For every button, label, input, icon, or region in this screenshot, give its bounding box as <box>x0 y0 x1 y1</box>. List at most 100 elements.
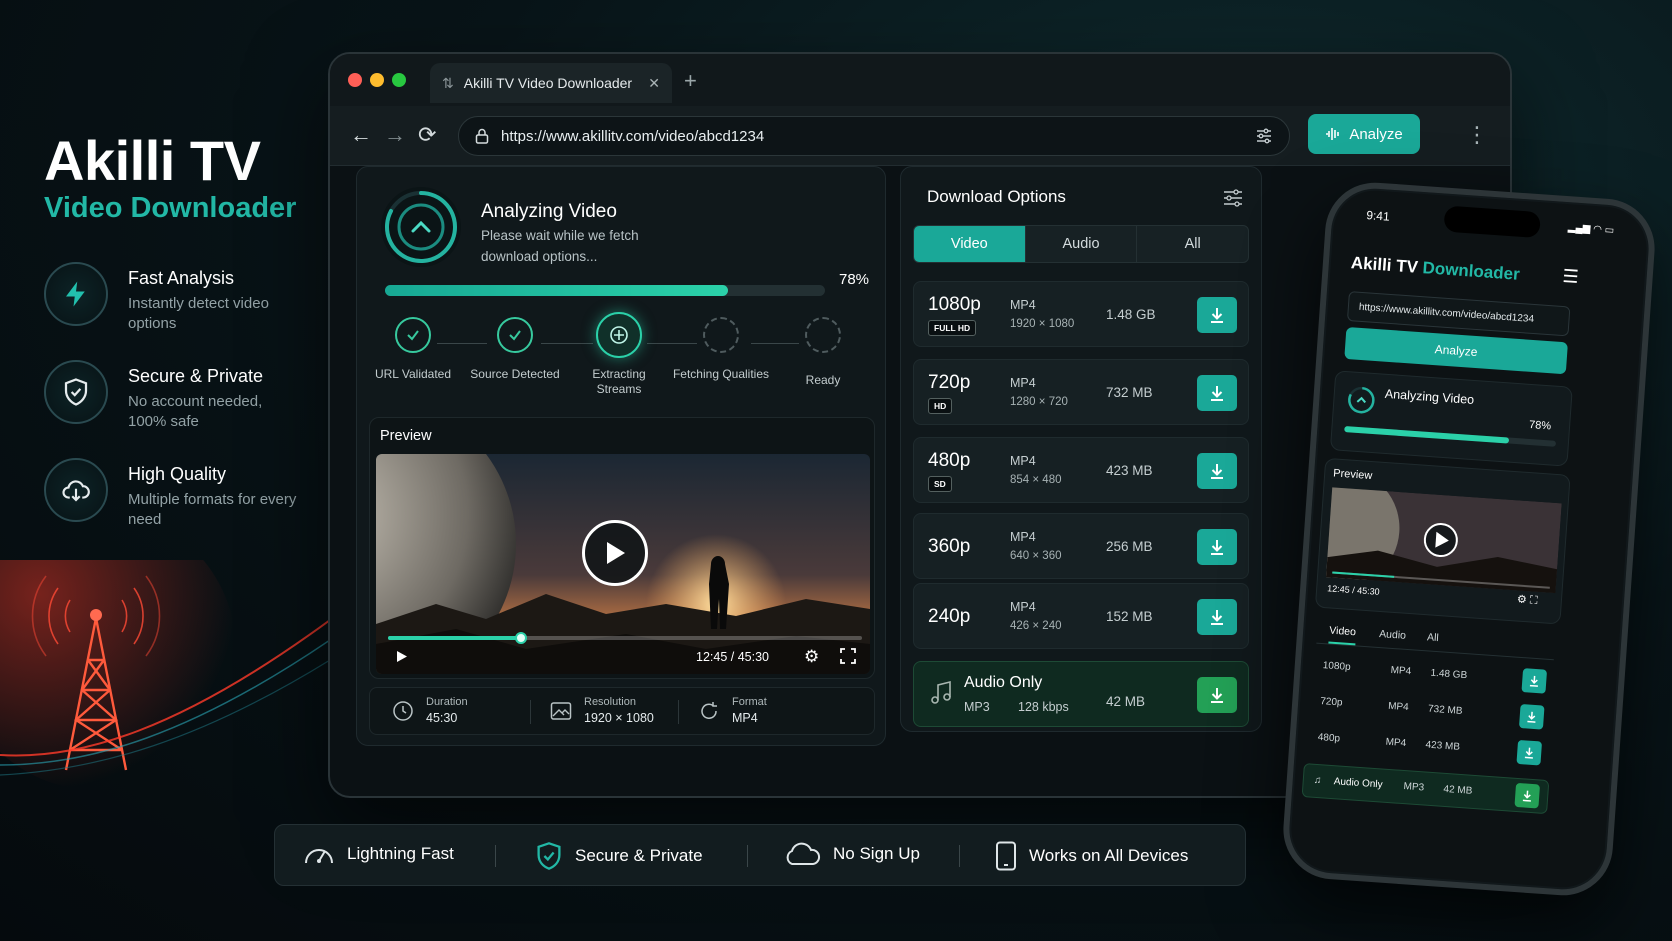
video-seek-bar[interactable] <box>388 632 862 644</box>
download-arrow-icon <box>1211 540 1223 555</box>
file-size: 423 MB <box>1106 463 1153 478</box>
download-row-1080p: 1080p FULL HD MP4 1920 × 1080 1.48 GB <box>913 281 1249 347</box>
fullscreen-icon[interactable] <box>840 648 856 669</box>
analyze-button[interactable]: Analyze <box>1308 114 1420 154</box>
minimize-window-button[interactable] <box>370 73 384 87</box>
step-extracting-streams: Extracting Streams <box>569 312 669 397</box>
lightning-icon <box>44 262 108 326</box>
resolution-label: 720p <box>928 372 971 393</box>
address-bar[interactable]: https://www.akillitv.com/video/abcd1234 <box>458 116 1290 156</box>
pending-icon <box>805 317 841 353</box>
close-tab-icon[interactable]: ✕ <box>648 75 660 92</box>
phone-tab-audio[interactable]: Audio <box>1379 628 1407 642</box>
check-icon <box>497 317 533 353</box>
back-arrow-icon[interactable]: ← <box>350 122 372 148</box>
phone-download-button[interactable] <box>1516 739 1543 766</box>
new-tab-button[interactable]: + <box>684 68 697 94</box>
phone-progress-bar <box>1344 426 1557 447</box>
phone-preview: Preview 12:45 / 45:30 ⚙ ⛶ <box>1314 457 1571 625</box>
browser-tab[interactable]: ⇅ Akilli TV Video Downloader ✕ <box>430 63 672 103</box>
extract-icon <box>596 312 642 358</box>
waveform-icon <box>1326 128 1340 140</box>
pending-icon <box>703 317 739 353</box>
tab-all[interactable]: All <box>1137 226 1248 262</box>
status-icons: ▂▄▆ ◠ ▭ <box>1567 222 1615 237</box>
quality-badge: HD <box>928 398 953 414</box>
phone-analyzing-title: Analyzing Video <box>1384 386 1475 408</box>
hamburger-menu-icon[interactable]: ☰ <box>1562 266 1579 288</box>
phone-row-res: 1080p <box>1322 660 1351 674</box>
seek-handle[interactable] <box>514 632 527 644</box>
download-button[interactable] <box>1197 297 1237 333</box>
step-url-validated: URL Validated <box>363 317 463 382</box>
tab-favicon-icon: ⇅ <box>442 74 454 91</box>
check-icon <box>395 317 431 353</box>
file-size: 256 MB <box>1106 539 1153 554</box>
dimensions-label: 1920 × 1080 <box>1010 318 1075 330</box>
download-button[interactable] <box>1197 599 1237 635</box>
quality-badge: FULL HD <box>928 320 977 336</box>
phone-analysis-card: Analyzing Video 78% <box>1329 370 1573 467</box>
cloud-icon <box>786 842 821 865</box>
download-button[interactable] <box>1197 375 1237 411</box>
download-arrow-icon <box>1211 688 1223 703</box>
shield-icon <box>44 360 108 424</box>
phone-row-format: MP4 <box>1385 736 1407 750</box>
phone-audio-format: MP3 <box>1403 781 1425 794</box>
close-window-button[interactable] <box>348 73 362 87</box>
meta-label: Duration <box>426 696 468 708</box>
phone-tab-all[interactable]: All <box>1427 631 1439 644</box>
phone-row-size: 732 MB <box>1427 703 1463 717</box>
dimensions-label: 1280 × 720 <box>1010 396 1068 408</box>
play-small-icon[interactable] <box>396 650 408 668</box>
resolution-label: 1080p <box>928 294 981 315</box>
maximize-window-button[interactable] <box>392 73 406 87</box>
download-button[interactable] <box>1197 529 1237 565</box>
download-options-title: Download Options <box>927 187 1066 206</box>
gear-icon[interactable]: ⚙ <box>804 647 819 667</box>
brand-title: Akilli TV <box>44 129 261 192</box>
analysis-progress-percent: 78% <box>839 271 870 288</box>
forward-arrow-icon[interactable]: → <box>384 122 406 148</box>
filter-sliders-icon[interactable] <box>1223 189 1243 212</box>
play-button[interactable] <box>582 520 648 586</box>
phone-icon <box>996 841 1016 871</box>
lock-icon <box>475 128 489 144</box>
meta-resolution: Resolution 1920 × 1080 <box>550 696 654 725</box>
extensions-menu-icon[interactable]: ⋮ <box>1466 122 1488 148</box>
gear-icon[interactable]: ⚙ ⛶ <box>1516 593 1538 608</box>
broadcast-tower-illustration <box>0 560 330 790</box>
reload-icon[interactable]: ⟳ <box>418 122 436 148</box>
tab-audio[interactable]: Audio <box>1026 226 1138 262</box>
phone-download-audio-button[interactable] <box>1514 782 1541 809</box>
clock-icon <box>393 700 413 721</box>
feature-label: Lightning Fast <box>347 844 454 863</box>
analysis-progress-bar <box>385 285 825 296</box>
step-label: Ready <box>805 373 841 387</box>
phone-video-thumbnail[interactable] <box>1325 487 1562 594</box>
analysis-description: Please wait while we fetch download opti… <box>481 228 639 264</box>
download-row-480p: 480p SD MP4 854 × 480 423 MB <box>913 437 1249 503</box>
format-label: MP4 <box>1010 600 1036 614</box>
resolution-label: 360p <box>928 536 971 557</box>
download-button[interactable] <box>1197 453 1237 489</box>
feature-title: Fast Analysis <box>128 268 235 288</box>
phone-row-format: MP4 <box>1387 700 1410 714</box>
video-player[interactable]: 12:45 / 45:30 ⚙ <box>376 454 870 674</box>
meta-duration: Duration 45:30 <box>392 696 468 725</box>
phone-download-button[interactable] <box>1521 668 1548 694</box>
download-row-240p: 240p MP4 426 × 240 152 MB <box>913 583 1249 649</box>
tab-video[interactable]: Video <box>914 226 1026 262</box>
feature-secure-private-bottom: Secure & Private <box>535 841 703 871</box>
step-label: Fetching Qualities <box>672 367 770 381</box>
dimensions-label: 426 × 240 <box>1010 620 1062 632</box>
dimensions-label: 854 × 480 <box>1010 474 1062 486</box>
feature-high-quality: High Quality Multiple formats for every … <box>44 458 304 528</box>
feature-secure-private: Secure & Private No account needed, 100%… <box>44 360 304 430</box>
settings-sliders-icon[interactable] <box>1255 127 1273 145</box>
download-audio-button[interactable] <box>1197 677 1237 713</box>
step-source-detected: Source Detected <box>465 317 565 382</box>
phone-tab-video[interactable]: Video <box>1328 624 1357 646</box>
phone-download-button[interactable] <box>1518 704 1545 730</box>
brand-subtitle: Video Downloader <box>44 192 297 224</box>
